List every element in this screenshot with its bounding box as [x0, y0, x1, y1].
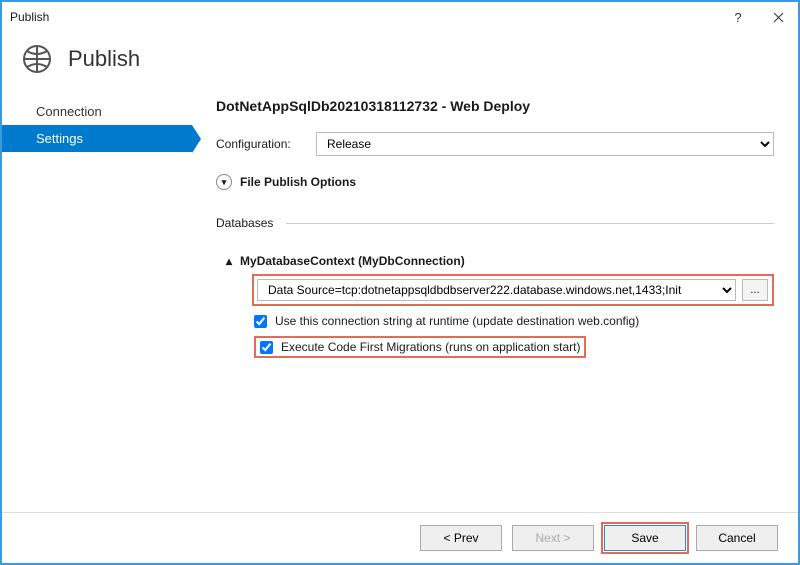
db-context-expander[interactable]: ▴ MyDatabaseContext (MyDbConnection)	[226, 254, 774, 268]
execute-migrations-checkbox[interactable]	[260, 341, 273, 354]
execute-migrations-row[interactable]: Execute Code First Migrations (runs on a…	[254, 336, 586, 358]
cancel-button[interactable]: Cancel	[696, 525, 778, 551]
configuration-label: Configuration:	[216, 137, 306, 151]
help-button[interactable]: ?	[718, 2, 758, 32]
use-connection-string-label: Use this connection string at runtime (u…	[275, 314, 639, 328]
db-context-label: MyDatabaseContext (MyDbConnection)	[240, 254, 465, 268]
prev-button[interactable]: < Prev	[420, 525, 502, 551]
globe-icon	[20, 42, 54, 76]
configuration-select[interactable]: Release	[316, 132, 774, 156]
use-connection-string-checkbox[interactable]	[254, 315, 267, 328]
file-publish-options-expander[interactable]: ▾ File Publish Options	[216, 174, 774, 190]
chevron-up-icon: ▴	[226, 254, 232, 268]
wizard-nav: Connection Settings	[2, 92, 192, 512]
connection-string-browse-button[interactable]: ...	[742, 279, 768, 301]
save-button[interactable]: Save	[604, 525, 686, 551]
use-connection-string-row[interactable]: Use this connection string at runtime (u…	[254, 314, 774, 328]
window-title: Publish	[10, 10, 718, 24]
connection-string-row: Data Source=tcp:dotnetappsqldbdbserver22…	[252, 274, 774, 306]
sidebar-item-connection[interactable]: Connection	[2, 98, 192, 125]
publish-profile-title: DotNetAppSqlDb20210318112732 - Web Deplo…	[216, 98, 774, 114]
databases-section-label: Databases	[216, 216, 774, 230]
close-icon	[773, 12, 784, 23]
execute-migrations-label: Execute Code First Migrations (runs on a…	[281, 340, 580, 354]
file-publish-options-label: File Publish Options	[240, 175, 356, 189]
chevron-down-icon: ▾	[216, 174, 232, 190]
page-heading: Publish	[68, 46, 140, 72]
close-button[interactable]	[758, 2, 798, 32]
connection-string-select[interactable]: Data Source=tcp:dotnetappsqldbdbserver22…	[257, 279, 736, 301]
next-button: Next >	[512, 525, 594, 551]
sidebar-item-settings[interactable]: Settings	[2, 125, 192, 152]
